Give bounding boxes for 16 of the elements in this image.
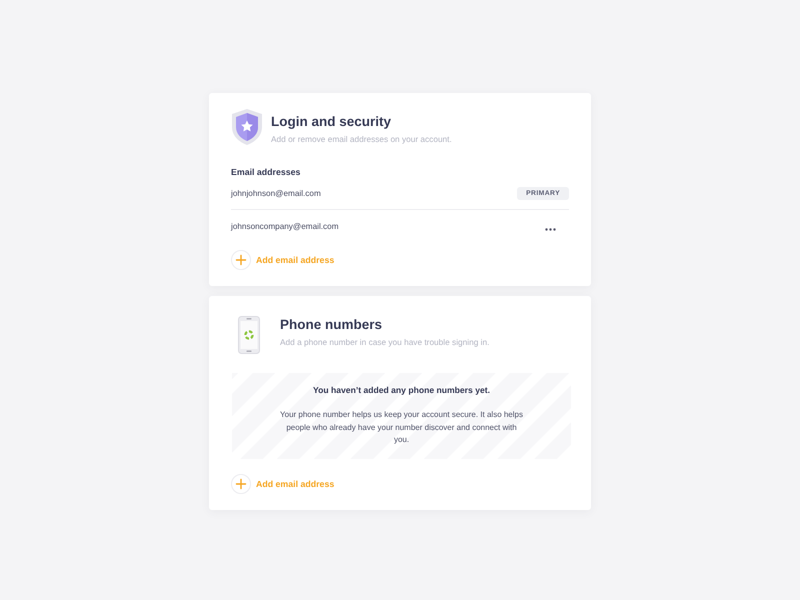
add-email-button[interactable]: Add email address bbox=[231, 474, 334, 494]
list-label: Email addresses bbox=[231, 167, 302, 177]
more-icon[interactable] bbox=[545, 228, 556, 231]
section-subtitle: Add a phone number in case you have trouble signing in. bbox=[280, 337, 490, 348]
add-email-button[interactable]: Add email address bbox=[231, 250, 334, 270]
empty-state-text: Your phone number helps us keep your account secure. It also helps people who already have your number discover and connect with you. bbox=[279, 409, 524, 446]
email-address: johnjohnson@email.com bbox=[231, 188, 321, 198]
plus-icon bbox=[231, 474, 251, 494]
shield-star-icon bbox=[231, 108, 263, 146]
section-title: Login and security bbox=[271, 113, 392, 131]
section-title: Phone numbers bbox=[280, 316, 384, 334]
empty-state-heading: You haven’t added any phone numbers yet. bbox=[312, 385, 491, 395]
phone-icon bbox=[238, 316, 260, 354]
section-subtitle: Add or remove email addresses on your account. bbox=[271, 134, 452, 145]
email-address: johnsoncompany@email.com bbox=[231, 222, 339, 231]
plus-icon bbox=[231, 250, 251, 270]
